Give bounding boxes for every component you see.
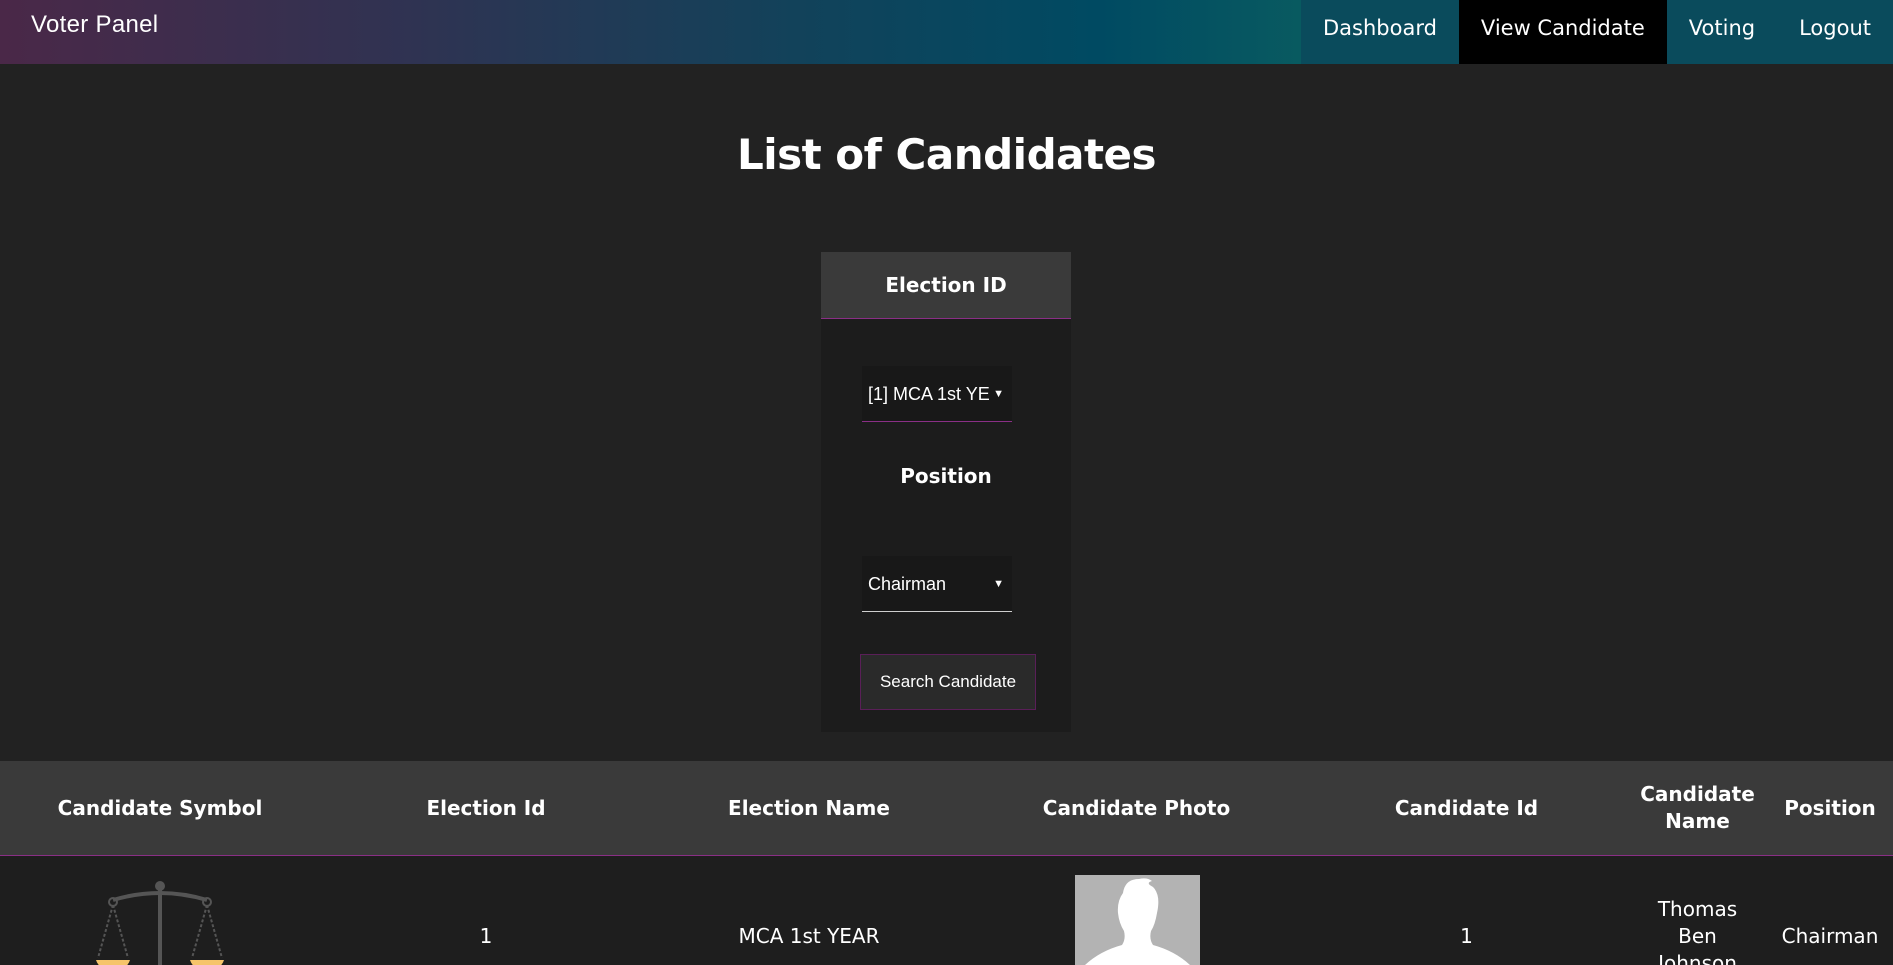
election-select-value: [1] MCA 1st YE <box>868 384 990 404</box>
brand-title[interactable]: Voter Panel <box>31 11 158 39</box>
position-select[interactable]: Chairman ▼ <box>862 556 1012 612</box>
header-candidate-name-line2: Name <box>1665 809 1730 833</box>
candidate-name-line2: Ben <box>1678 924 1717 948</box>
nav-dashboard[interactable]: Dashboard <box>1301 0 1459 64</box>
nav-view-candidate[interactable]: View Candidate <box>1458 0 1667 64</box>
header-candidate-name-line1: Candidate <box>1640 782 1755 806</box>
candidates-table-header: Candidate Symbol Election Id Election Na… <box>0 761 1893 856</box>
search-candidate-button[interactable]: Search Candidate <box>860 654 1036 710</box>
cell-election-id: 1 <box>479 924 493 948</box>
header-candidate-symbol: Candidate Symbol <box>57 795 263 820</box>
header-candidate-photo: Candidate Photo <box>1042 795 1231 820</box>
cell-position: Chairman <box>1781 924 1879 948</box>
header-position: Position <box>1784 795 1876 820</box>
dropdown-arrow-icon: ▼ <box>993 578 1004 590</box>
header-election-id: Election Id <box>426 795 546 820</box>
page-title: List of Candidates <box>736 130 1157 179</box>
candidate-name-line1: Thomas <box>1657 897 1738 921</box>
scales-icon <box>96 881 224 965</box>
search-panel: Election ID [1] MCA 1st YE ▼ Position Ch… <box>821 252 1071 732</box>
candidate-name-line3: Johnson <box>1658 951 1737 965</box>
dropdown-arrow-icon: ▼ <box>993 388 1004 400</box>
nav-menu: Dashboard View Candidate Voting Logout <box>1300 0 1893 64</box>
position-select-value: Chairman <box>868 574 947 594</box>
cell-candidate-id: 1 <box>1460 924 1473 948</box>
election-select[interactable]: [1] MCA 1st YE ▼ <box>862 366 1012 422</box>
cell-election-name: MCA 1st YEAR <box>738 924 880 948</box>
top-navbar: Voter Panel Dashboard View Candidate Vot… <box>0 0 1893 64</box>
nav-logout[interactable]: Logout <box>1777 0 1893 64</box>
cell-candidate-name: Thomas Ben Johnson <box>1620 896 1775 965</box>
election-id-label: Election ID <box>821 252 1071 319</box>
table-row: 1 MCA 1st YEAR 1 Thomas Ben Johnson Chai… <box>0 856 1893 965</box>
nav-voting[interactable]: Voting <box>1667 0 1777 64</box>
avatar-placeholder-icon <box>1075 875 1200 965</box>
header-candidate-name: Candidate Name <box>1620 761 1775 855</box>
position-label: Position <box>900 464 992 488</box>
header-candidate-id: Candidate Id <box>1394 795 1539 820</box>
header-election-name: Election Name <box>728 795 890 820</box>
